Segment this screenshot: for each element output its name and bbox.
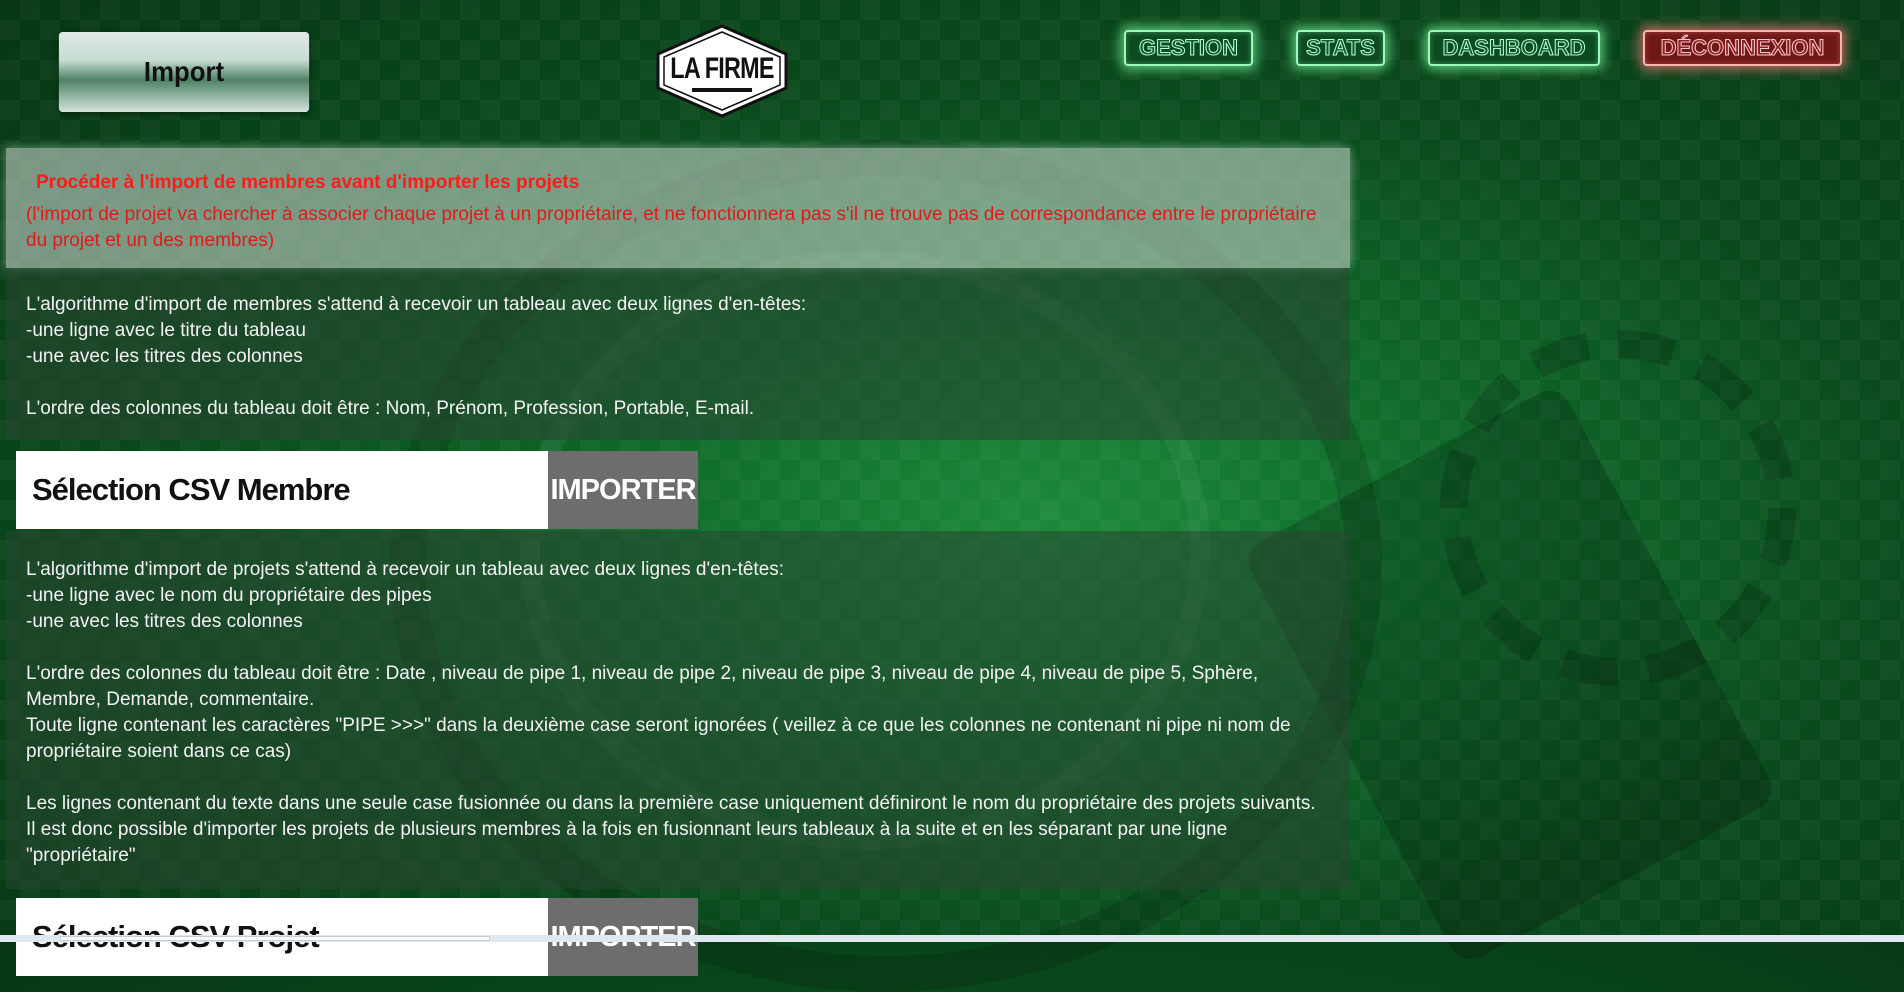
instruction-line: -une ligne avec le nom du propriétaire d… xyxy=(26,585,432,606)
nav-stats-button[interactable]: STATS xyxy=(1296,30,1385,66)
warning-text: (l'import de projet va chercher à associ… xyxy=(26,204,1317,251)
instruction-line: -une ligne avec le titre du tableau xyxy=(26,320,306,341)
projects-import-instructions: L'algorithme d'import de projets s'atten… xyxy=(6,531,1350,889)
instruction-line: -une avec les titres des colonnes xyxy=(26,611,303,632)
nav-dashboard-button[interactable]: DASHBOARD xyxy=(1428,30,1600,66)
horizontal-scrollbar[interactable] xyxy=(0,935,1904,942)
import-members-button[interactable]: IMPORTER xyxy=(548,451,698,529)
import-page-button[interactable]: Import xyxy=(58,32,310,112)
instruction-line: L'algorithme d'import de projets s'atten… xyxy=(26,559,785,580)
nav-logout-button[interactable]: DÉCONNEXION xyxy=(1643,30,1842,66)
logo-text: LA FIRME xyxy=(670,52,774,85)
instruction-line: L'algorithme d'import de membres s'atten… xyxy=(26,294,807,315)
csv-members-row: Sélection CSV Membre IMPORTER xyxy=(16,451,698,529)
import-order-warning: Procéder à l'import de membres avant d'i… xyxy=(6,148,1350,268)
instruction-line: Toute ligne contenant les caractères "PI… xyxy=(26,715,1291,762)
instruction-line: Il est donc possible d'importer les proj… xyxy=(26,819,1228,866)
nav-gestion-button[interactable]: GESTION xyxy=(1124,30,1253,66)
warning-title: Procéder à l'import de membres avant d'i… xyxy=(36,172,580,193)
instruction-line: Les lignes contenant du texte dans une s… xyxy=(26,793,1316,814)
instruction-line: L'ordre des colonnes du tableau doit êtr… xyxy=(26,398,755,419)
instruction-line: -une avec les titres des colonnes xyxy=(26,346,303,367)
members-import-instructions: L'algorithme d'import de membres s'atten… xyxy=(6,268,1350,440)
csv-members-file-select[interactable]: Sélection CSV Membre xyxy=(16,451,548,529)
la-firme-logo[interactable]: LA FIRME xyxy=(654,24,790,118)
scrollbar-thumb[interactable] xyxy=(60,936,490,941)
instruction-line: L'ordre des colonnes du tableau doit êtr… xyxy=(26,663,1259,710)
